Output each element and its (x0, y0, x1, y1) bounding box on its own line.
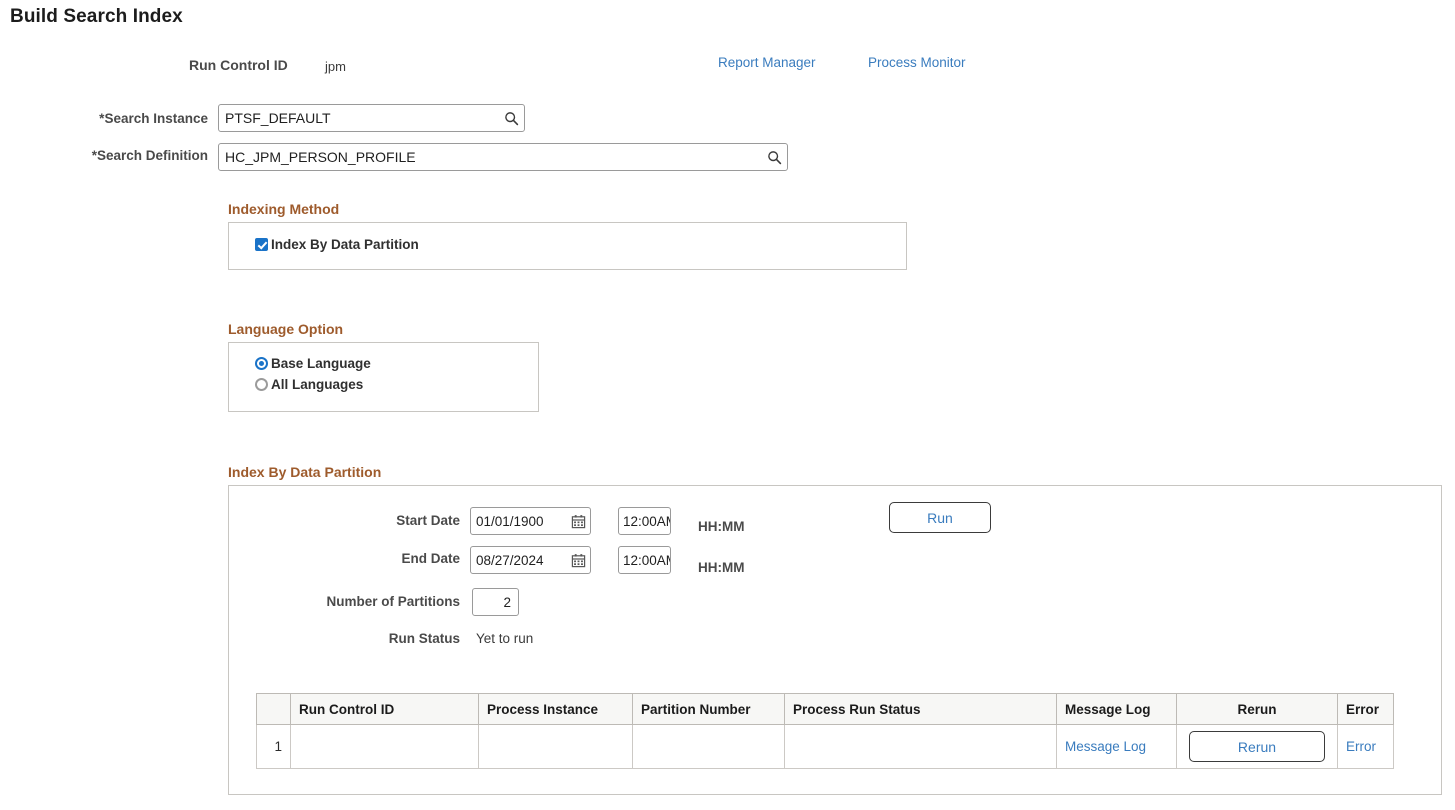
search-instance-label: *Search Instance (60, 111, 208, 126)
table-row: 1 Message Log Rerun Error (257, 725, 1394, 769)
top-links: Report Manager Process Monitor (718, 54, 966, 72)
search-definition-value: HC_JPM_PERSON_PROFILE (219, 149, 761, 165)
number-of-partitions-input[interactable]: 2 (472, 588, 519, 616)
end-time-value: 12:00AM (619, 553, 670, 568)
end-time-format-hint: HH:MM (698, 560, 745, 575)
run-status-value: Yet to run (476, 631, 533, 646)
search-definition-label-text: Search Definition (97, 148, 208, 163)
column-header-partition-number[interactable]: Partition Number (633, 694, 785, 725)
index-by-data-partition-heading: Index By Data Partition (228, 464, 381, 480)
error-link[interactable]: Error (1346, 739, 1376, 754)
index-by-data-partition-checkbox[interactable] (255, 238, 268, 251)
indexing-method-box: Index By Data Partition (228, 222, 907, 270)
cell-error: Error (1338, 725, 1394, 769)
end-date-label: End Date (300, 551, 460, 566)
all-languages-option[interactable]: All Languages (255, 377, 538, 392)
all-languages-label: All Languages (271, 377, 363, 392)
start-time-value: 12:00AM (619, 514, 670, 529)
all-languages-radio[interactable] (255, 378, 268, 391)
calendar-icon[interactable] (566, 547, 590, 573)
run-control-id-label: Run Control ID (189, 57, 288, 73)
search-definition-label: *Search Definition (52, 148, 208, 163)
start-date-input[interactable]: 01/01/1900 (470, 507, 591, 535)
build-search-index-page: Build Search Index Run Control ID jpm Re… (0, 0, 1455, 810)
search-definition-input[interactable]: HC_JPM_PERSON_PROFILE (218, 143, 788, 171)
index-by-data-partition-label: Index By Data Partition (271, 237, 419, 252)
cell-message-log: Message Log (1057, 725, 1177, 769)
message-log-link[interactable]: Message Log (1065, 739, 1146, 754)
base-language-label: Base Language (271, 356, 371, 371)
start-time-input[interactable]: 12:00AM (618, 507, 671, 535)
run-control-id-value: jpm (325, 59, 346, 74)
column-header-process-run-status[interactable]: Process Run Status (785, 694, 1057, 725)
end-date-value: 08/27/2024 (471, 553, 566, 568)
cell-process-instance (479, 725, 633, 769)
end-date-input[interactable]: 08/27/2024 (470, 546, 591, 574)
start-date-value: 01/01/1900 (471, 514, 566, 529)
process-monitor-link[interactable]: Process Monitor (868, 55, 966, 70)
cell-partition-number (633, 725, 785, 769)
search-instance-label-text: Search Instance (104, 111, 208, 126)
indexing-method-heading: Indexing Method (228, 201, 339, 217)
rerun-button[interactable]: Rerun (1189, 731, 1325, 762)
end-time-input[interactable]: 12:00AM (618, 546, 671, 574)
calendar-icon[interactable] (566, 508, 590, 534)
start-date-label: Start Date (300, 513, 460, 528)
run-status-label: Run Status (300, 631, 460, 646)
language-option-box: Base Language All Languages (228, 342, 539, 412)
search-icon[interactable] (498, 105, 524, 131)
row-number: 1 (257, 725, 291, 769)
column-header-rerun[interactable]: Rerun (1177, 694, 1338, 725)
base-language-option[interactable]: Base Language (255, 356, 538, 371)
column-header-message-log[interactable]: Message Log (1057, 694, 1177, 725)
start-time-format-hint: HH:MM (698, 519, 745, 534)
column-header-run-control-id[interactable]: Run Control ID (291, 694, 479, 725)
search-icon[interactable] (761, 144, 787, 170)
column-header-process-instance[interactable]: Process Instance (479, 694, 633, 725)
number-of-partitions-label: Number of Partitions (300, 594, 460, 609)
column-header-error[interactable]: Error (1338, 694, 1394, 725)
language-option-heading: Language Option (228, 321, 343, 337)
page-title: Build Search Index (10, 6, 183, 28)
index-by-data-partition-option[interactable]: Index By Data Partition (255, 237, 906, 252)
results-grid: Run Control ID Process Instance Partitio… (256, 693, 1394, 769)
cell-process-run-status (785, 725, 1057, 769)
base-language-radio[interactable] (255, 357, 268, 370)
search-instance-input[interactable]: PTSF_DEFAULT (218, 104, 525, 132)
report-manager-link[interactable]: Report Manager (718, 55, 816, 70)
cell-run-control-id (291, 725, 479, 769)
run-button[interactable]: Run (889, 502, 991, 533)
search-instance-value: PTSF_DEFAULT (219, 110, 498, 126)
table-header-row: Run Control ID Process Instance Partitio… (257, 694, 1394, 725)
column-header-row-number (257, 694, 291, 725)
number-of-partitions-value: 2 (503, 595, 518, 610)
cell-rerun: Rerun (1177, 725, 1338, 769)
